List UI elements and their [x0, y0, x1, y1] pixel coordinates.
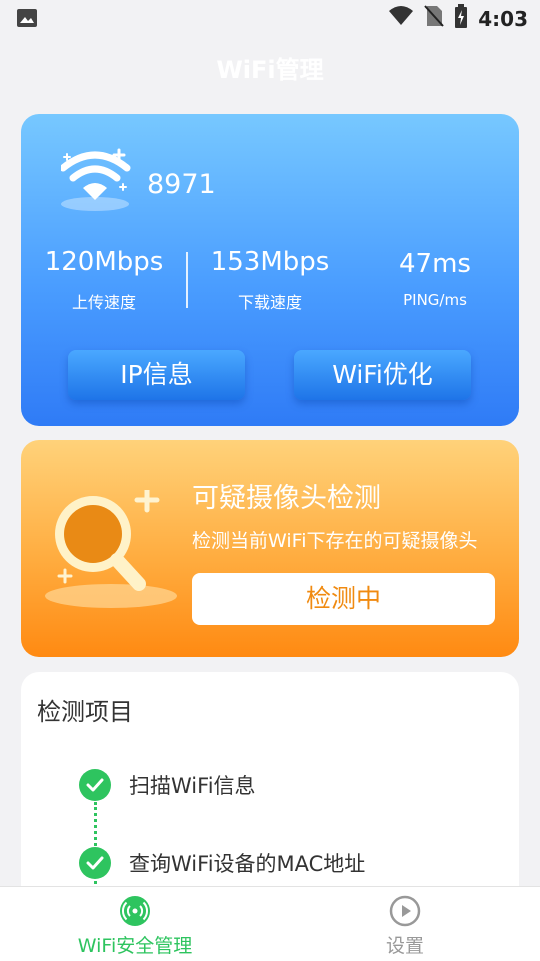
wifi-optimize-button[interactable]: WiFi优化: [294, 350, 471, 400]
stat-divider: [186, 252, 188, 308]
check-icon: [79, 769, 111, 801]
app-bar: WiFi管理: [0, 36, 540, 96]
camera-detection-description: 检测当前WiFi下存在的可疑摄像头: [192, 530, 478, 552]
bottom-navigation: WiFi安全管理 设置: [0, 886, 540, 961]
no-sim-icon: [424, 4, 444, 33]
camera-detection-card: 可疑摄像头检测 检测当前WiFi下存在的可疑摄像头 检测中: [21, 440, 519, 657]
download-speed-label: 下载速度: [237, 293, 302, 312]
wifi-status-icon: [388, 5, 414, 32]
check-item-label: 查询WiFi设备的MAC地址: [129, 852, 366, 876]
tab-wifi-security-label: WiFi安全管理: [77, 935, 193, 957]
ip-info-button[interactable]: IP信息: [68, 350, 245, 400]
wifi-logo-icon: [59, 146, 141, 220]
list-item: 查询WiFi设备的MAC地址: [79, 847, 365, 879]
camera-detection-title: 可疑摄像头检测: [192, 483, 381, 514]
download-speed-value: 153Mbps: [210, 247, 330, 277]
check-item-label: 扫描WiFi信息: [129, 774, 256, 798]
battery-charging-icon: [454, 4, 468, 33]
upload-speed-value: 120Mbps: [44, 247, 164, 277]
tab-settings-label: 设置: [385, 935, 424, 957]
list-item: 扫描WiFi信息: [79, 769, 256, 801]
download-speed-stat: 153Mbps 下载速度: [201, 247, 339, 313]
tab-settings[interactable]: 设置: [270, 887, 540, 961]
detecting-button[interactable]: 检测中: [192, 573, 495, 625]
clock: 4:03: [478, 6, 528, 31]
magnifier-icon: [43, 487, 183, 614]
progress-connector: [94, 802, 97, 846]
ping-stat: 47ms PING/ms: [367, 249, 503, 309]
ping-label: PING/ms: [403, 291, 467, 309]
gallery-notification-icon: [16, 8, 38, 32]
play-circle-icon: [389, 895, 421, 931]
status-bar: 4:03: [0, 0, 540, 36]
wifi-info-card: 8971 120Mbps 上传速度 153Mbps 下载速度 47ms PING…: [21, 114, 519, 426]
wifi-signal-icon: [119, 895, 151, 931]
tab-wifi-security[interactable]: WiFi安全管理: [0, 887, 270, 961]
upload-speed-stat: 120Mbps 上传速度: [35, 247, 173, 313]
check-icon: [79, 847, 111, 879]
upload-speed-label: 上传速度: [71, 293, 136, 312]
wifi-network-name: 8971: [147, 169, 216, 200]
ping-value: 47ms: [399, 249, 471, 279]
page-title: WiFi管理: [216, 56, 324, 84]
check-items-title: 检测项目: [37, 698, 133, 726]
